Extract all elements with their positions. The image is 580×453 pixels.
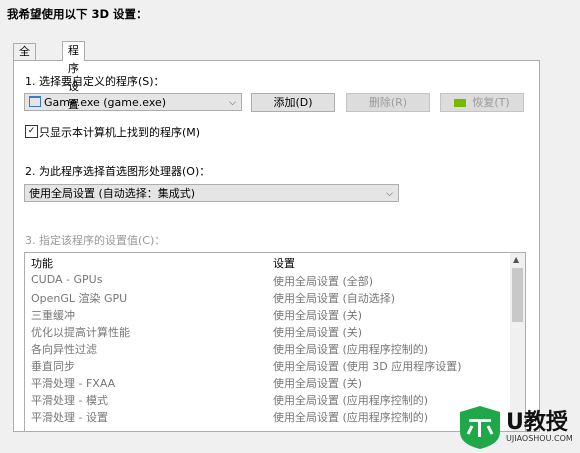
- table-row[interactable]: 优化以提高计算性能 使用全局设置 (关): [25, 324, 510, 341]
- gpu-select[interactable]: 使用全局设置 (自动选择：集成式) ⌵: [24, 184, 399, 202]
- setting-cell: 使用全局设置 (应用程序控制的): [273, 343, 429, 356]
- remove-button[interactable]: 删除(R): [346, 93, 430, 112]
- nvidia-icon: [454, 99, 467, 107]
- feature-cell: 平滑处理 - 模式: [31, 394, 108, 407]
- table-row[interactable]: 三重缓冲 使用全局设置 (关): [25, 307, 510, 324]
- page-heading: 我希望使用以下 3D 设置：: [7, 7, 148, 21]
- setting-cell: 使用全局设置 (应用程序控制的): [273, 394, 429, 407]
- table-row[interactable]: OpenGL 渲染 GPU 使用全局设置 (自动选择): [25, 290, 510, 307]
- show-found-programs-checkbox[interactable]: ✓: [25, 125, 38, 138]
- feature-cell: 各向异性过滤: [31, 343, 97, 356]
- tab-program-settings[interactable]: 程序设置: [62, 41, 85, 111]
- table-row[interactable]: 平滑处理 - FXAA 使用全局设置 (关): [25, 375, 510, 392]
- watermark-url: UJIAOSHOU.COM: [506, 434, 573, 443]
- table-row[interactable]: 各向异性过滤 使用全局设置 (应用程序控制的): [25, 341, 510, 358]
- gpu-select-value: 使用全局设置 (自动选择：集成式): [29, 187, 196, 200]
- table-row[interactable]: 平滑处理 - 设置 使用全局设置 (应用程序控制的): [25, 409, 510, 426]
- program-select[interactable]: Game.exe (game.exe) ⌵: [24, 93, 242, 111]
- table-row[interactable]: 垂直同步 使用全局设置 (使用 3D 应用程序设置): [25, 358, 510, 375]
- scroll-thumb[interactable]: [512, 268, 523, 322]
- setting-cell: 使用全局设置 (应用程序控制的): [273, 411, 429, 424]
- feature-cell: 垂直同步: [31, 360, 75, 373]
- setting-cell: 使用全局设置 (自动选择): [273, 292, 396, 305]
- setting-cell: 使用全局设置 (使用 3D 应用程序设置): [273, 360, 462, 373]
- restore-button-label: 恢复(T): [472, 96, 510, 109]
- program-select-value: Game.exe (game.exe): [44, 96, 167, 109]
- step2-label: 2. 为此程序选择首选图形处理器(O)：: [25, 165, 211, 178]
- tab-global-settings[interactable]: 全局设置: [13, 43, 36, 106]
- watermark-logo: U教授 UJIAOSHOU.COM: [458, 404, 576, 450]
- table-header-feature: 功能: [31, 257, 53, 270]
- setting-cell: 使用全局设置 (关): [273, 377, 363, 390]
- table-header-setting: 设置: [273, 257, 295, 270]
- chevron-down-icon: ⌵: [386, 189, 393, 199]
- settings-table[interactable]: 功能 设置 CUDA - GPUs 使用全局设置 (全部) OpenGL 渲染 G…: [24, 252, 526, 432]
- step1-label: 1. 选择要自定义的程序(S)：: [25, 75, 165, 88]
- feature-cell: CUDA - GPUs: [31, 273, 103, 286]
- add-button[interactable]: 添加(D): [251, 93, 335, 112]
- watermark-brand: U教授: [506, 410, 568, 435]
- setting-cell: 使用全局设置 (关): [273, 326, 363, 339]
- feature-cell: 平滑处理 - FXAA: [31, 377, 116, 390]
- chevron-down-icon: ⌵: [229, 98, 236, 108]
- window-icon: [29, 96, 41, 107]
- table-row[interactable]: CUDA - GPUs 使用全局设置 (全部): [25, 273, 510, 290]
- feature-cell: 三重缓冲: [31, 309, 75, 322]
- restore-button[interactable]: 恢复(T): [440, 93, 524, 112]
- feature-cell: 优化以提高计算性能: [31, 326, 130, 339]
- scroll-up-icon[interactable]: ▲: [513, 255, 519, 264]
- setting-cell: 使用全局设置 (关): [273, 309, 363, 322]
- feature-cell: OpenGL 渲染 GPU: [31, 292, 128, 305]
- table-row[interactable]: 平滑处理 - 模式 使用全局设置 (应用程序控制的): [25, 392, 510, 409]
- show-found-programs-label: 只显示本计算机上找到的程序(M): [39, 126, 201, 139]
- feature-cell: 平滑处理 - 设置: [31, 411, 108, 424]
- setting-cell: 使用全局设置 (全部): [273, 275, 374, 288]
- step3-label: 3. 指定该程序的设置值(C)：: [25, 234, 166, 247]
